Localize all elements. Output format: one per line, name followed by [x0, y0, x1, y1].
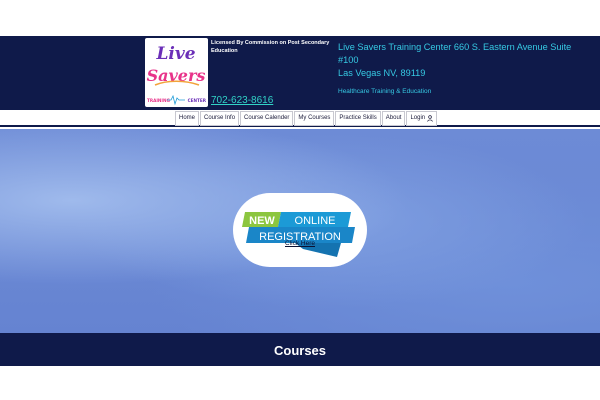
nav-about[interactable]: About: [381, 111, 406, 126]
logo-line2: Savers: [147, 66, 206, 85]
address-line2: Las Vegas NV, 89119: [338, 68, 426, 78]
registration-ribbon: NEW ONLINE REGISTRATION: [242, 212, 355, 257]
address-block: Live Savers Training Center 660 S. Easte…: [338, 41, 578, 80]
nav-label: Course Info: [204, 115, 236, 121]
courses-title: Courses: [273, 343, 327, 358]
nav-label: Home: [179, 115, 196, 121]
top-whitespace: [0, 0, 600, 36]
nav-label: Course Calender: [244, 115, 290, 121]
badge-online: ONLINE: [295, 215, 336, 227]
tagline: Healthcare Training & Education: [338, 88, 432, 95]
nav-label: My Courses: [298, 115, 331, 121]
bottom-whitespace: [0, 366, 600, 400]
courses-section-header: Courses: [0, 333, 600, 366]
registration-badge[interactable]: NEW ONLINE REGISTRATION: [233, 193, 367, 267]
address-line1: Live Savers Training Center 660 S. Easte…: [338, 42, 572, 65]
nav-label: Practice Skills: [339, 115, 377, 121]
nav-label: Login: [410, 115, 426, 121]
phone-link[interactable]: 702-623-8616: [211, 95, 273, 106]
nav-login[interactable]: Login: [406, 111, 438, 126]
logo-sub-right: CENTER: [188, 98, 207, 103]
nav-course-calender[interactable]: Course Calender: [240, 111, 294, 126]
nav-course-info[interactable]: Course Info: [200, 111, 240, 126]
hero-banner: NEW ONLINE REGISTRATION: [0, 129, 600, 333]
logo-line1: Live: [155, 44, 195, 64]
nav-practice-skills[interactable]: Practice Skills: [335, 111, 381, 126]
nav-home[interactable]: Home: [175, 111, 200, 126]
logo-graphic: Live Savers TRAINING CENTER: [147, 44, 207, 106]
nav-my-courses[interactable]: My Courses: [294, 111, 335, 126]
user-icon: [427, 115, 433, 122]
nav-label: About: [385, 115, 402, 121]
license-text: Licensed By Commission on Post Secondary…: [211, 40, 330, 54]
main-nav: Home Course Info Course Calender My Cour…: [0, 110, 600, 127]
logo-sub-left: TRAINING: [147, 98, 170, 103]
click-here-link[interactable]: Click Here: [285, 240, 315, 247]
badge-new: NEW: [249, 215, 275, 227]
site-header: Live Savers TRAINING CENTER Licensed By …: [0, 36, 600, 110]
site-logo[interactable]: Live Savers TRAINING CENTER: [145, 38, 208, 107]
